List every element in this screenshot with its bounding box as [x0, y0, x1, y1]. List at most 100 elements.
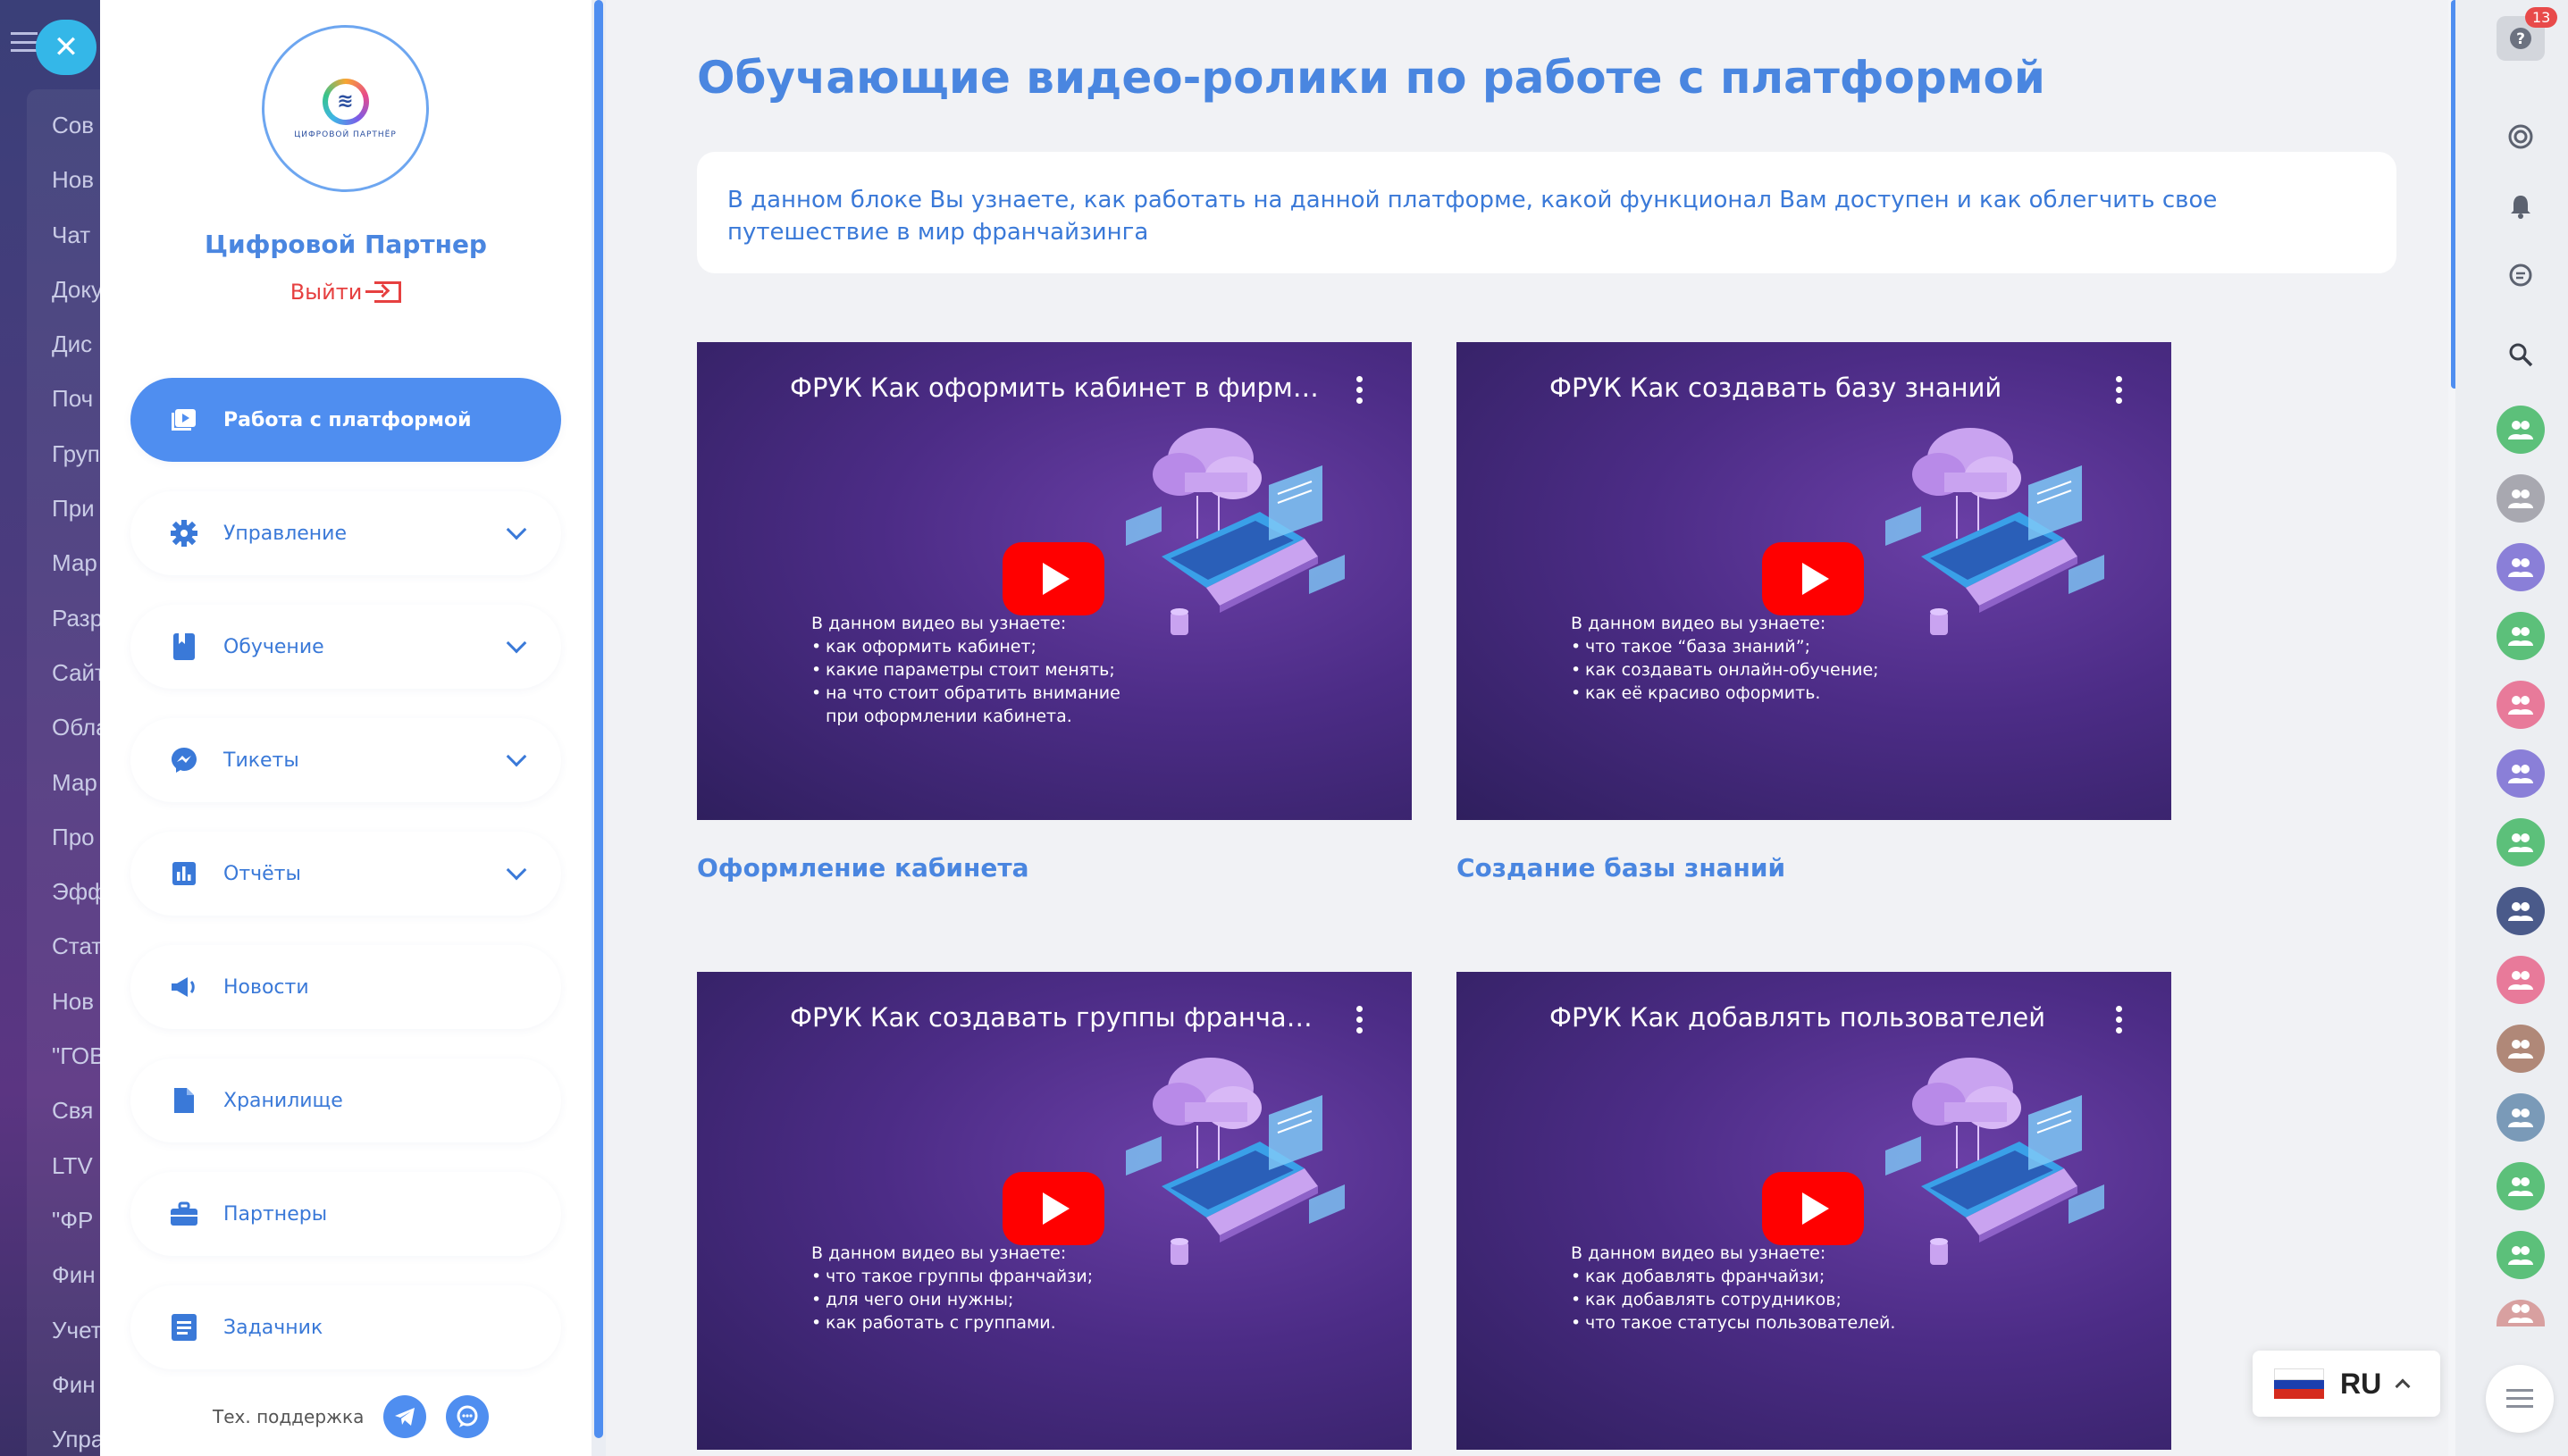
youtube-play-icon[interactable] — [1762, 1172, 1864, 1245]
nav-item-task-list[interactable]: Задачник — [130, 1285, 561, 1369]
contact-avatar[interactable] — [2497, 474, 2545, 523]
contact-avatar[interactable] — [2497, 543, 2545, 591]
contact-avatar[interactable] — [2497, 406, 2545, 454]
video-title[interactable]: ФРУК Как создавать группы франчайзи — [790, 1002, 1326, 1033]
contact-avatar[interactable] — [2497, 749, 2545, 798]
menu-icon[interactable] — [11, 32, 38, 52]
contact-avatar[interactable] — [2497, 1025, 2545, 1073]
video-title[interactable]: ФРУК Как создавать базу знаний — [1549, 372, 2085, 403]
chevron-down-icon[interactable] — [506, 632, 527, 654]
background-menu-item: Нов — [52, 987, 95, 1015]
messenger-icon — [170, 746, 198, 774]
background-menu-item: Сайт — [52, 658, 103, 686]
youtube-play-icon[interactable] — [1003, 542, 1104, 615]
video-library-icon — [170, 406, 198, 434]
company-name: Цифровой Партнер — [205, 230, 487, 259]
chevron-down-icon[interactable] — [506, 519, 527, 540]
video-caption[interactable]: Создание базы знаний — [1456, 853, 1785, 883]
close-panel-button[interactable]: ✕ — [36, 20, 97, 75]
book-icon — [170, 632, 198, 661]
video-title[interactable]: ФРУК Как оформить кабинет в фирмен... — [790, 372, 1326, 403]
language-selector[interactable]: RU — [2253, 1351, 2440, 1417]
chat-button[interactable] — [446, 1395, 490, 1438]
background-menu-item: "ФР — [52, 1206, 94, 1234]
nav-item-briefcase[interactable]: Партнеры — [130, 1172, 561, 1256]
video-player[interactable]: ФРУК Как оформить кабинет в фирмен... В д… — [697, 342, 1412, 820]
video-title[interactable]: ФРУК Как добавлять пользователей — [1549, 1002, 2085, 1033]
file-icon — [170, 1086, 198, 1115]
search-icon — [2509, 343, 2533, 367]
chevron-down-icon[interactable] — [506, 859, 527, 881]
background-menu-item: Поч — [52, 385, 94, 413]
video-description-bullet: какие параметры стоит менять; — [811, 658, 1151, 682]
user-group-icon — [2508, 902, 2533, 921]
youtube-play-icon[interactable] — [1003, 1172, 1104, 1245]
video-player[interactable]: ФРУК Как создавать базу знаний В данном в… — [1456, 342, 2171, 820]
video-player[interactable]: ФРУК Как создавать группы франчайзи В дан… — [697, 972, 1412, 1450]
more-vertical-icon[interactable] — [2116, 1006, 2125, 1038]
background-menu-item: Мар — [52, 549, 97, 577]
video-caption[interactable]: Оформление кабинета — [697, 853, 1028, 883]
chevron-down-icon[interactable] — [506, 746, 527, 767]
video-description-lead: В данном видео вы узнаете: — [811, 1243, 1067, 1263]
logout-label: Выйти — [290, 280, 363, 305]
contact-avatar[interactable] — [2497, 956, 2545, 1004]
nav-item-video-library[interactable]: Работа с платформой — [130, 378, 561, 462]
video-description-bullet: что такое статусы пользователей. — [1571, 1311, 1910, 1335]
contact-avatar[interactable] — [2497, 1231, 2545, 1279]
sidebar-scrollbar[interactable] — [592, 0, 606, 1456]
video-description-bullet: на что стоит обратить внимание при оформ… — [811, 682, 1151, 728]
video-description-bullet: как добавлять франчайзи; — [1571, 1265, 1910, 1288]
contact-avatar[interactable] — [2497, 612, 2545, 660]
bar-chart-icon — [170, 859, 198, 888]
nav-item-file[interactable]: Хранилище — [130, 1059, 561, 1142]
video-player[interactable]: ФРУК Как добавлять пользователей В данном… — [1456, 972, 2171, 1450]
background-menu-item: При — [52, 495, 95, 523]
nav-item-messenger[interactable]: Тикеты — [130, 718, 561, 802]
tech-support: Тех. поддержка — [213, 1395, 490, 1438]
video-description-bullet: для чего они нужны; — [811, 1288, 1151, 1311]
logout-button[interactable]: Выйти — [100, 280, 592, 305]
more-vertical-icon[interactable] — [2116, 376, 2125, 408]
video-description: В данном видео вы узнаете:что такое груп… — [811, 1242, 1151, 1335]
nav-item-megaphone[interactable]: Новости — [130, 945, 561, 1029]
nav-item-gear[interactable]: Управление — [130, 491, 561, 575]
video-description-bullet: как её красиво оформить. — [1571, 682, 1910, 705]
nav-item-book[interactable]: Обучение — [130, 605, 561, 689]
background-menu-item: Учет — [52, 1316, 102, 1343]
nav-item-label: Новости — [223, 975, 309, 999]
video-description-lead: В данном видео вы узнаете: — [1571, 614, 1826, 633]
video-description-bullet: как создавать онлайн-обучение; — [1571, 658, 1910, 682]
contact-avatar[interactable] — [2497, 681, 2545, 729]
logo-caption: ЦИФРОВОЙ ПАРТНЁР — [294, 130, 397, 139]
notifications-button[interactable] — [2497, 182, 2545, 230]
activity-button[interactable] — [2497, 113, 2545, 161]
contact-avatar[interactable] — [2497, 1162, 2545, 1210]
user-group-icon — [2508, 1040, 2533, 1059]
list-icon — [2506, 1389, 2533, 1408]
user-group-icon — [2508, 1304, 2533, 1323]
user-group-icon — [2508, 765, 2533, 783]
logout-icon — [365, 281, 402, 303]
question-icon: ? — [2510, 28, 2531, 49]
nav-item-label: Хранилище — [223, 1089, 343, 1112]
user-group-icon — [2508, 421, 2533, 439]
contact-avatar[interactable] — [2497, 818, 2545, 866]
contact-avatar[interactable] — [2497, 1093, 2545, 1142]
youtube-play-icon[interactable] — [1762, 542, 1864, 615]
telegram-button[interactable] — [383, 1395, 427, 1438]
contact-avatar[interactable] — [2497, 1300, 2545, 1326]
background-app-sidebar: Сов Нов Чат Доку Дис Поч Груп При Мар Разр Сайт Обл… — [0, 0, 103, 1456]
messages-button[interactable] — [2497, 252, 2545, 300]
user-group-icon — [2508, 971, 2533, 990]
more-vertical-icon[interactable] — [1356, 376, 1365, 408]
help-badge: 13 — [2525, 7, 2558, 28]
more-vertical-icon[interactable] — [1356, 1006, 1365, 1038]
search-button[interactable] — [2497, 331, 2545, 379]
video-description-bullet: что такое группы франчайзи; — [811, 1265, 1151, 1288]
video-description-lead: В данном видео вы узнаете: — [811, 614, 1067, 633]
menu-toggle-button[interactable] — [2486, 1365, 2554, 1433]
contact-avatar[interactable] — [2497, 887, 2545, 935]
cloud-laptop-illustration — [1126, 414, 1394, 682]
nav-item-bar-chart[interactable]: Отчёты — [130, 832, 561, 916]
